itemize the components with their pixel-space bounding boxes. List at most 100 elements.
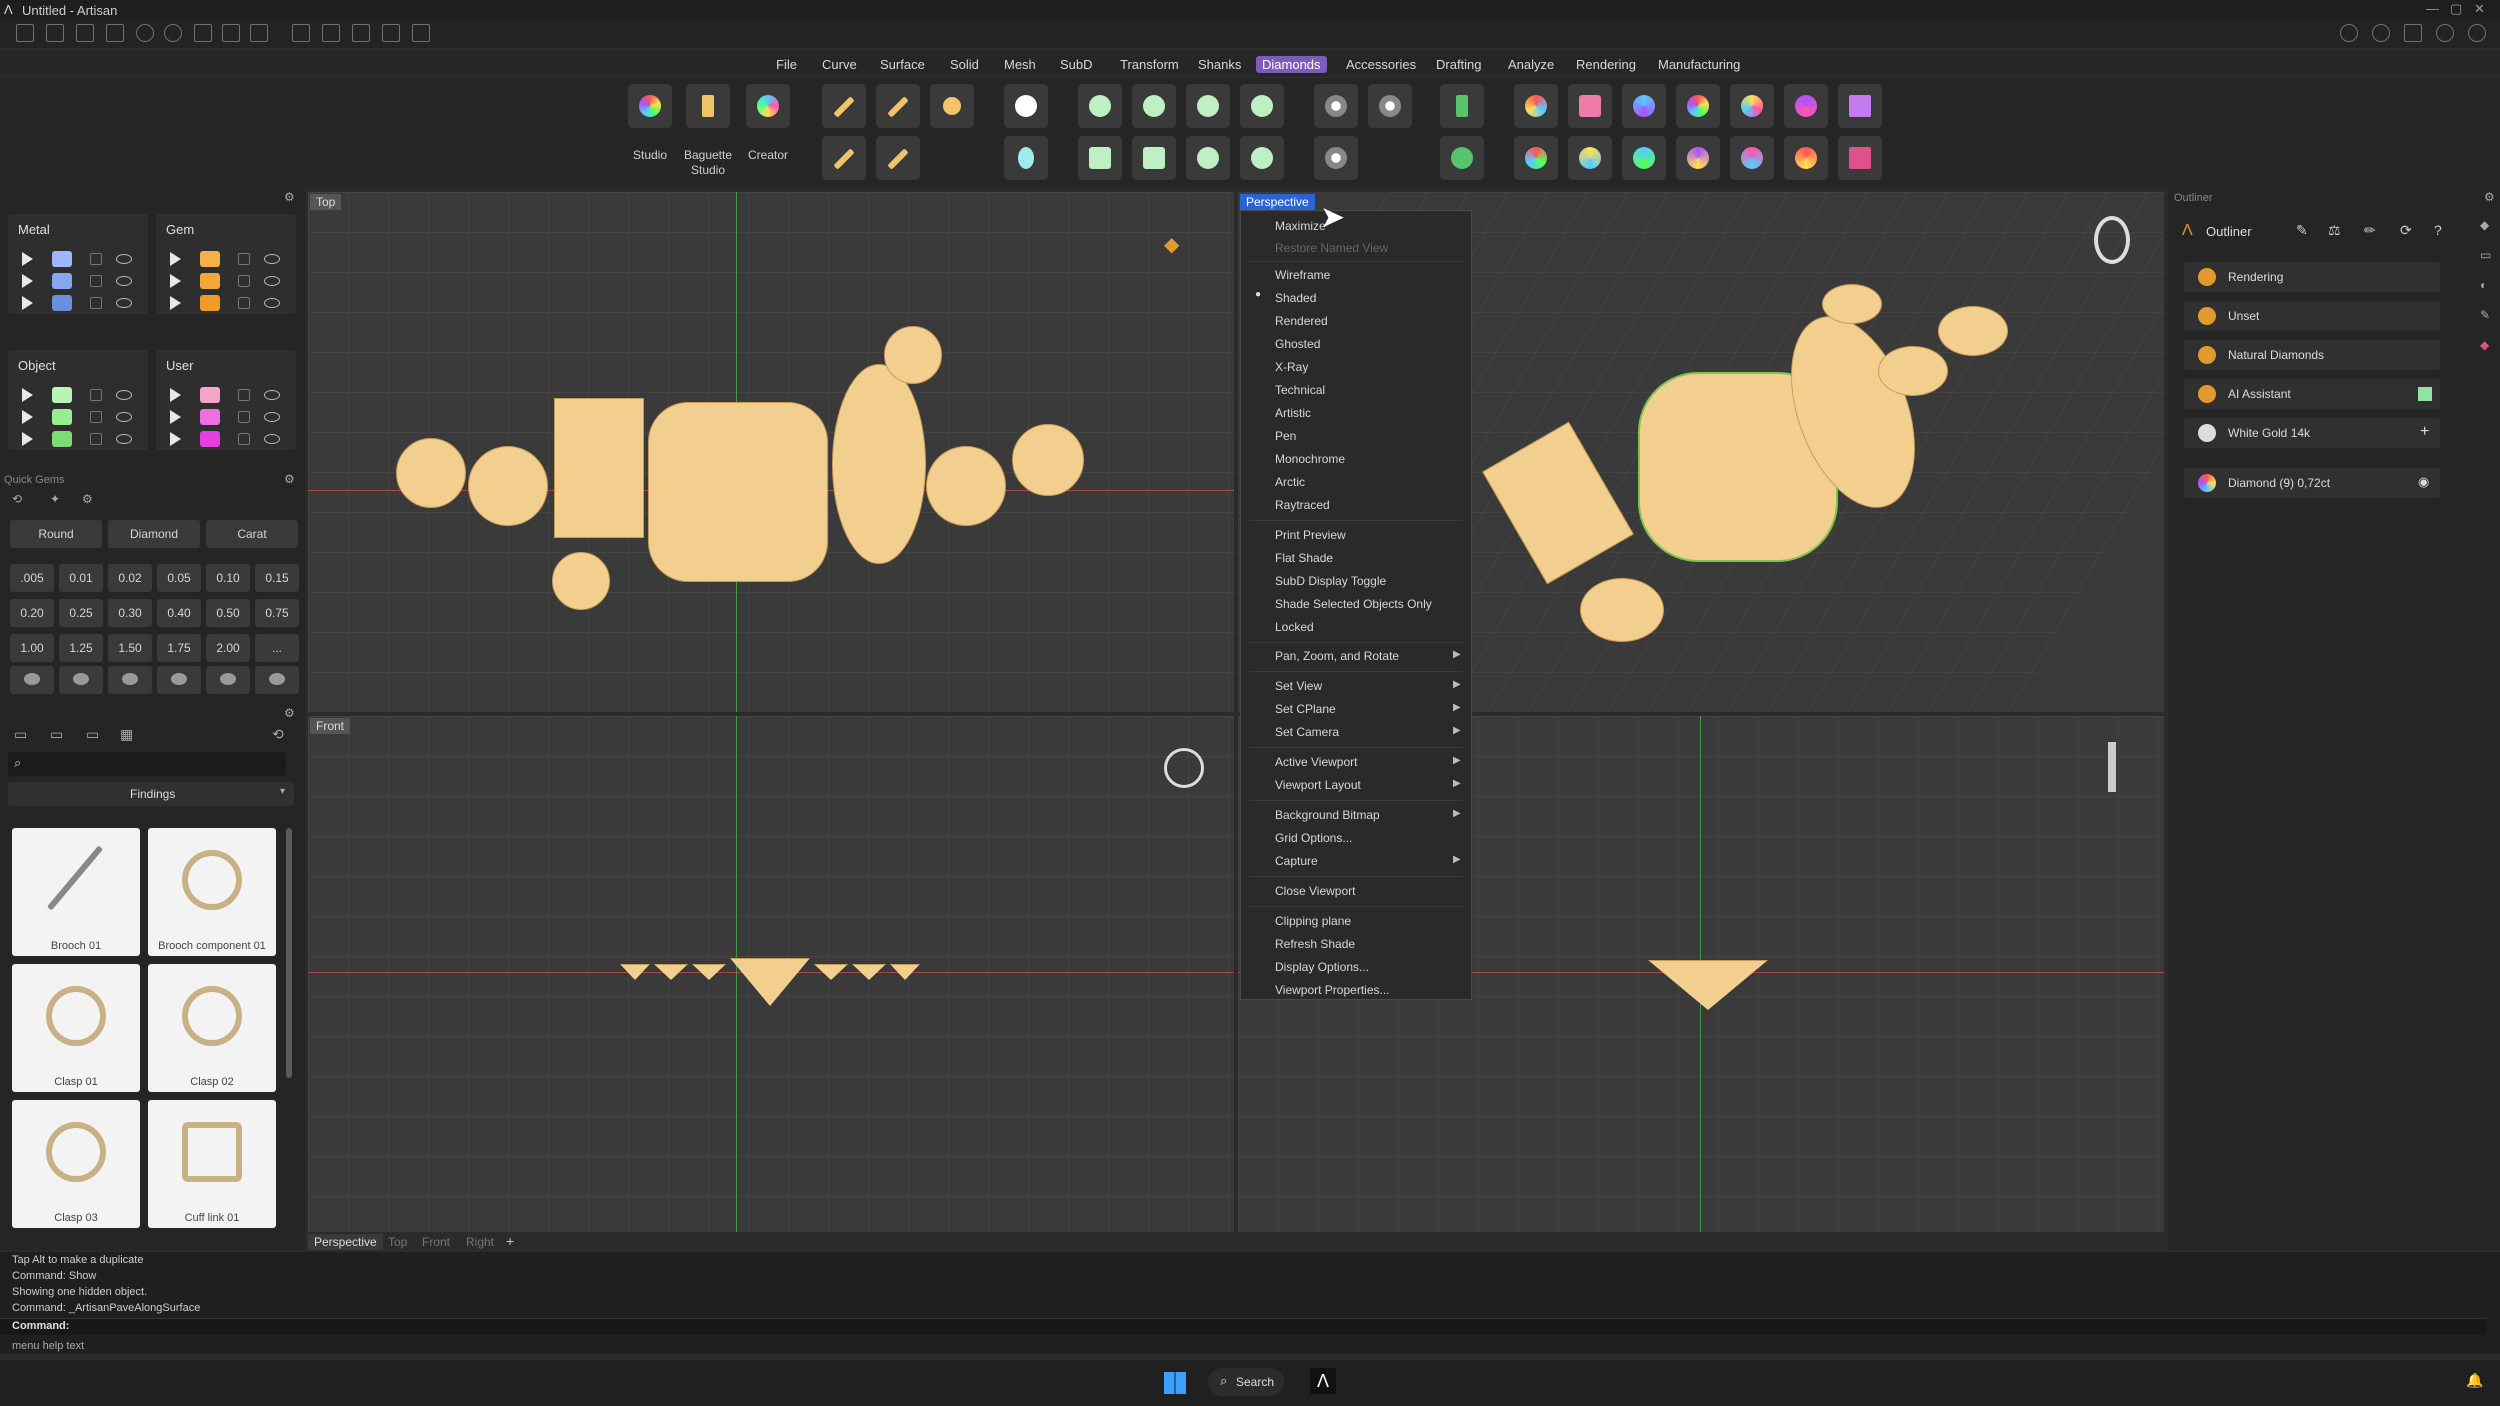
menu-shade-selected[interactable]: Shade Selected Objects Only (1275, 597, 1432, 611)
tab-top[interactable]: Top (388, 1235, 407, 1249)
pave-cluster-button[interactable] (1368, 84, 1412, 128)
quick-gems-settings-icon[interactable]: ⚙ (284, 472, 295, 486)
cutter-array-button[interactable] (1440, 136, 1484, 180)
eye-icon[interactable] (264, 434, 280, 444)
command-input[interactable]: Command: (0, 1318, 2486, 1335)
layer-row[interactable] (164, 384, 304, 406)
gem-options-icon[interactable]: ⚙ (82, 492, 93, 506)
notification-icon[interactable]: 🔔 (2466, 1372, 2483, 1389)
perspective-viewport-label[interactable]: Perspective (1240, 194, 1315, 210)
menu-active-viewport[interactable]: Active Viewport (1275, 755, 1357, 769)
lock-icon[interactable] (238, 389, 250, 401)
help-icon[interactable] (2340, 24, 2358, 42)
tab-icon[interactable]: ◆ (2480, 338, 2489, 352)
carat-value-button[interactable]: 0.15 (255, 564, 299, 592)
refresh-icon[interactable]: ⟳ (2400, 222, 2412, 239)
menu-viewport-layout[interactable]: Viewport Layout (1275, 778, 1361, 792)
add-tab-icon[interactable]: + (506, 1233, 514, 1249)
eye-icon[interactable] (116, 434, 132, 444)
eye-icon[interactable] (116, 390, 132, 400)
gem-tool-12-button[interactable] (1730, 136, 1774, 180)
gem-shape-3-button[interactable] (108, 666, 152, 694)
pave-field-button[interactable] (1314, 84, 1358, 128)
layer-swatch[interactable] (52, 431, 72, 447)
carat-value-button[interactable]: 1.25 (59, 634, 103, 662)
eye-icon[interactable] (116, 412, 132, 422)
gem-shape-6-button[interactable] (255, 666, 299, 694)
gem-shape-1-button[interactable] (10, 666, 54, 694)
carat-value-button[interactable]: 0.20 (10, 599, 54, 627)
layer-swatch[interactable] (200, 295, 220, 311)
round-gem[interactable] (1878, 346, 1948, 396)
layer-row[interactable] (16, 428, 156, 450)
round-gem[interactable] (1822, 284, 1882, 324)
carat-value-button[interactable]: 0.10 (206, 564, 250, 592)
align-icon[interactable] (382, 24, 400, 42)
gem-tool-7-button[interactable] (1838, 84, 1882, 128)
library-grid-icon[interactable]: ▦ (120, 726, 133, 743)
carat-value-button[interactable]: 0.02 (108, 564, 152, 592)
gem-tool-1-button[interactable] (1514, 84, 1558, 128)
eye-icon[interactable] (264, 298, 280, 308)
carat-value-button[interactable]: 1.50 (108, 634, 152, 662)
eye-icon[interactable] (264, 254, 280, 264)
round-gem[interactable] (468, 446, 548, 526)
layer-swatch[interactable] (200, 431, 220, 447)
lock-icon[interactable] (90, 411, 102, 423)
gem-tool-10-button[interactable] (1622, 136, 1666, 180)
gem-tool-8-button[interactable] (1514, 136, 1558, 180)
gem-tool-11-button[interactable] (1676, 136, 1720, 180)
menu-refresh-shade[interactable]: Refresh Shade (1275, 937, 1355, 951)
outliner-row-diamond[interactable]: Diamond (9) 0,72ct ◉ (2184, 468, 2440, 498)
menu-background-bitmap[interactable]: Background Bitmap (1275, 808, 1380, 822)
carat-value-button[interactable]: .005 (10, 564, 54, 592)
layer-row[interactable] (16, 270, 156, 292)
bar-setting-button[interactable] (1132, 136, 1176, 180)
outliner-row-white-gold[interactable]: White Gold 14k + (2184, 418, 2440, 448)
channel-setting-button[interactable] (1078, 136, 1122, 180)
gem-tool-3-button[interactable] (1622, 84, 1666, 128)
round-gem[interactable] (926, 446, 1006, 526)
lock-icon[interactable] (90, 275, 102, 287)
tab-front[interactable]: Front (422, 1235, 450, 1249)
transform-icon[interactable] (352, 24, 370, 42)
menu-file[interactable]: File (770, 56, 803, 73)
gem-tool-14-button[interactable] (1838, 136, 1882, 180)
oval-gem-button[interactable] (1004, 136, 1048, 180)
layer-row[interactable] (16, 384, 156, 406)
outliner-row-unset[interactable]: Unset (2184, 301, 2440, 331)
folder-icon[interactable] (106, 24, 124, 42)
cushion-gem[interactable] (648, 402, 828, 582)
tab-perspective[interactable]: Perspective (308, 1234, 383, 1250)
maximize-button[interactable]: ▢ (2450, 1, 2462, 17)
carat-value-button[interactable]: 0.50 (206, 599, 250, 627)
snap-icon[interactable] (292, 24, 310, 42)
menu-accessories[interactable]: Accessories (1340, 56, 1422, 73)
gem-tool-9-button[interactable] (1568, 136, 1612, 180)
menu-viewport-properties[interactable]: Viewport Properties... (1275, 983, 1390, 997)
layer-row[interactable] (164, 248, 304, 270)
baguette-studio-button[interactable] (686, 84, 730, 128)
library-add-icon[interactable]: ▭ (50, 726, 63, 743)
panel-settings-icon[interactable]: ⚙ (284, 190, 295, 204)
round-gem[interactable] (1580, 578, 1664, 642)
cloud-icon[interactable] (2404, 24, 2422, 42)
menu-wireframe[interactable]: Wireframe (1275, 268, 1330, 282)
lock-icon[interactable] (238, 253, 250, 265)
lock-icon[interactable] (90, 389, 102, 401)
panel-settings-icon[interactable]: ⚙ (2484, 190, 2495, 204)
eye-icon[interactable] (116, 276, 132, 286)
menu-ghosted[interactable]: Ghosted (1275, 337, 1320, 351)
layer-swatch[interactable] (200, 409, 220, 425)
layer-swatch[interactable] (52, 273, 72, 289)
library-scrollbar[interactable] (286, 828, 292, 1078)
creator-button[interactable] (746, 84, 790, 128)
menu-diamonds[interactable]: Diamonds (1256, 56, 1327, 73)
menu-shanks[interactable]: Shanks (1192, 56, 1247, 73)
pave-curve-button[interactable] (876, 84, 920, 128)
carat-value-button[interactable]: ... (255, 634, 299, 662)
round-gem-button[interactable] (1004, 84, 1048, 128)
carat-value-button[interactable]: 0.30 (108, 599, 152, 627)
new-icon[interactable] (16, 24, 34, 42)
round-gem[interactable] (884, 326, 942, 384)
